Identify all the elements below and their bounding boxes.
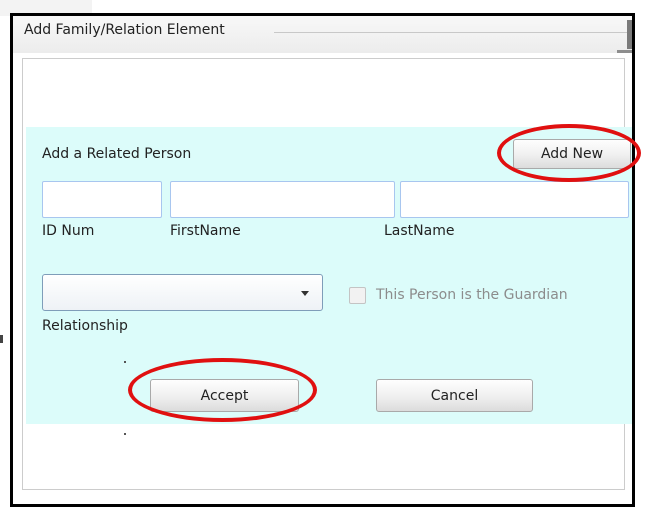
title-divider — [274, 32, 632, 33]
window-title: Add Family/Relation Element — [24, 22, 225, 38]
title-bar-accent-bottom — [617, 50, 632, 53]
first-name-label: FirstName — [170, 223, 241, 239]
dialog-window: Add Family/Relation Element Add a Relate… — [10, 13, 635, 507]
last-name-label: LastName — [384, 223, 455, 239]
guardian-label: This Person is the Guardian — [376, 287, 568, 303]
panel-dot-mark-lower — [124, 433, 126, 435]
guardian-checkbox[interactable] — [349, 287, 366, 304]
chevron-down-icon — [301, 291, 309, 296]
first-name-input[interactable] — [170, 181, 395, 218]
accept-button[interactable]: Accept — [150, 379, 299, 412]
id-num-input[interactable] — [42, 181, 162, 218]
relationship-dropdown[interactable] — [42, 274, 323, 311]
id-num-label: ID Num — [42, 223, 95, 239]
relationship-label: Relationship — [42, 318, 128, 334]
cancel-button[interactable]: Cancel — [376, 379, 533, 412]
panel-dot-mark — [124, 361, 126, 363]
title-bar-accent — [627, 20, 632, 49]
related-person-heading: Add a Related Person — [42, 146, 192, 162]
add-new-button[interactable]: Add New — [513, 139, 631, 169]
last-name-input[interactable] — [400, 181, 629, 218]
background-edge-mark — [0, 335, 3, 343]
title-bar: Add Family/Relation Element — [13, 16, 632, 53]
